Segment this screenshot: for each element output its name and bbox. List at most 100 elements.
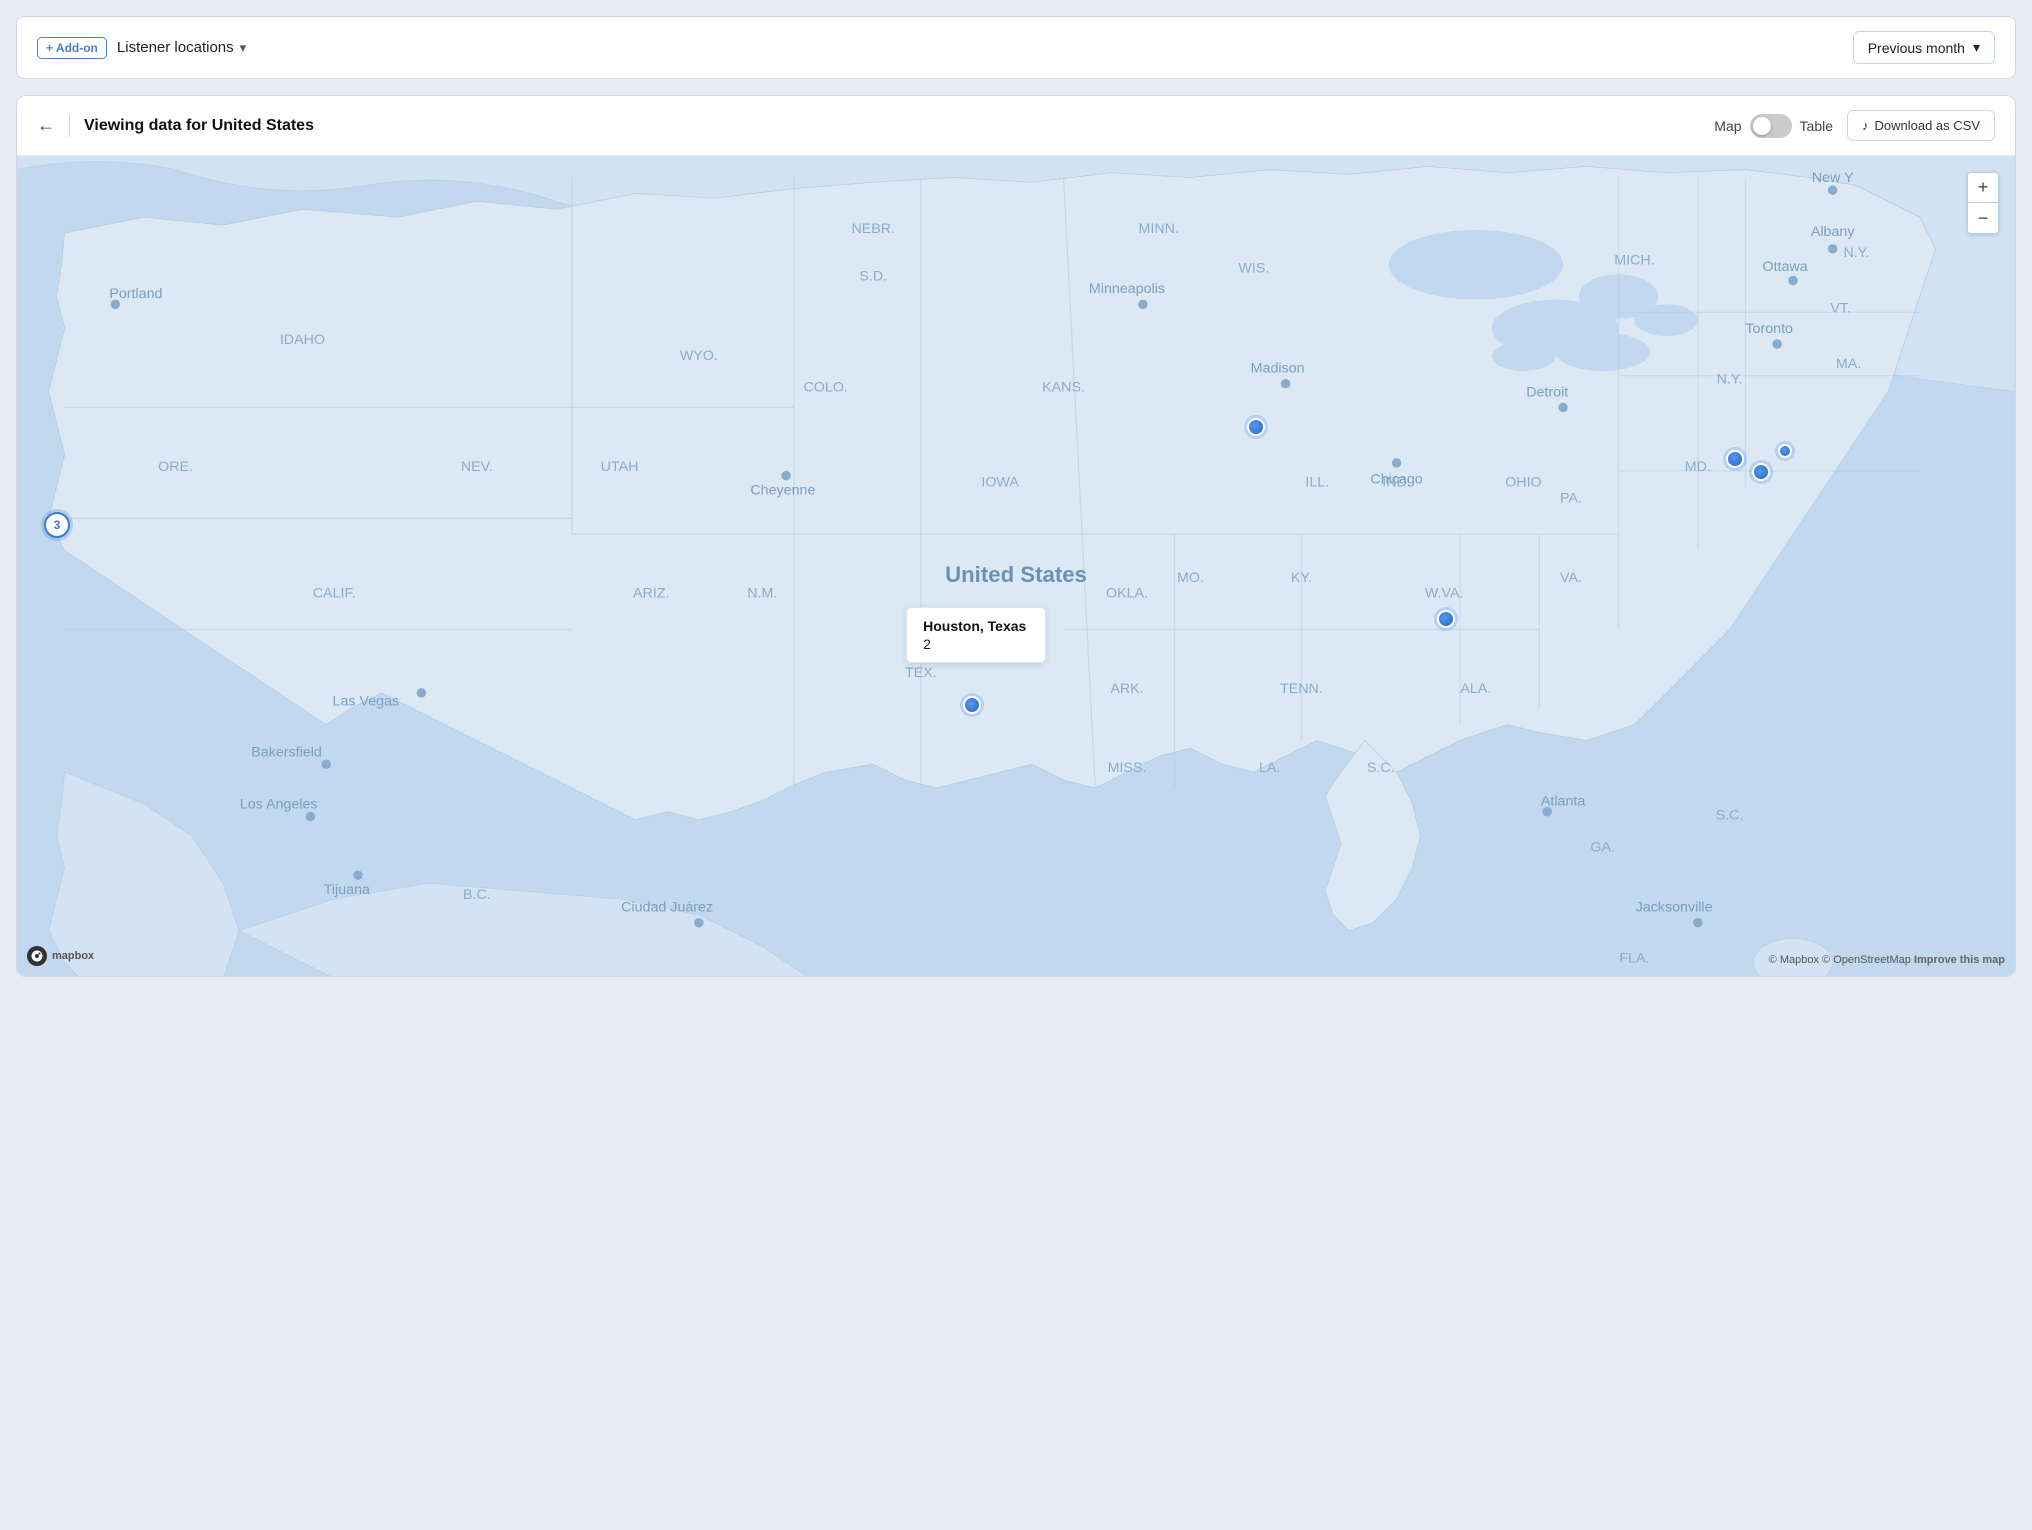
newyork-pin-2[interactable] [1752, 463, 1770, 481]
svg-text:LA.: LA. [1259, 760, 1280, 776]
svg-text:Chicago: Chicago [1370, 472, 1422, 488]
svg-text:Bakersfield: Bakersfield [251, 744, 322, 760]
svg-text:United States: United States [945, 562, 1087, 587]
table-label: Table [1800, 118, 1833, 134]
top-left-controls: + Add-on Listener locations ▾ [37, 37, 246, 59]
card-header: ← Viewing data for United States Map Tab… [17, 96, 2015, 156]
map-container[interactable]: IDAHO ORE. NEV. UTAH WYO. COLO. KANS. CA… [17, 156, 2015, 976]
svg-text:ALA.: ALA. [1460, 681, 1491, 697]
mapbox-label: mapbox [52, 950, 94, 962]
zoom-out-button[interactable]: − [1968, 203, 1998, 233]
svg-text:New Y: New Y [1812, 170, 1854, 186]
download-csv-button[interactable]: ♪ Download as CSV [1847, 110, 1995, 141]
svg-text:Ottawa: Ottawa [1762, 259, 1807, 275]
top-bar: + Add-on Listener locations ▾ Previous m… [16, 16, 2016, 79]
svg-text:W.VA.: W.VA. [1425, 586, 1464, 602]
svg-text:MA.: MA. [1836, 356, 1861, 372]
sf-cluster-pin[interactable]: 3 [44, 512, 70, 538]
svg-text:N.M.: N.M. [747, 586, 777, 602]
vertical-divider [69, 115, 70, 137]
location-dot [1726, 450, 1744, 468]
svg-text:S.C.: S.C. [1367, 760, 1395, 776]
svg-text:Ciudad Juárez: Ciudad Juárez [621, 900, 713, 916]
map-attribution: © Mapbox © OpenStreetMap Improve this ma… [1769, 954, 2005, 966]
newyork-pin-3[interactable] [1778, 444, 1792, 458]
svg-text:Minneapolis: Minneapolis [1089, 281, 1165, 297]
listener-locations-button[interactable]: Listener locations ▾ [117, 39, 246, 56]
svg-text:NEV.: NEV. [461, 459, 493, 475]
svg-text:Las Vegas: Las Vegas [333, 694, 400, 710]
svg-text:Houston: Houston [1056, 974, 1109, 976]
svg-text:ARK.: ARK. [1110, 681, 1143, 697]
newyork-pin-1[interactable] [1726, 450, 1744, 468]
svg-text:B.C.: B.C. [463, 887, 491, 903]
svg-text:OKLA.: OKLA. [1106, 586, 1148, 602]
svg-text:TEX.: TEX. [905, 665, 937, 681]
svg-text:N.Y.: N.Y. [1843, 245, 1869, 261]
svg-text:KANS.: KANS. [1042, 380, 1085, 396]
back-arrow-icon: ← [37, 115, 55, 136]
svg-text:Albany: Albany [1811, 224, 1855, 240]
location-dot [1437, 610, 1455, 628]
chicago-pin[interactable] [1247, 418, 1265, 436]
osm-attribution: © OpenStreetMap [1822, 954, 1911, 966]
svg-text:COLO.: COLO. [804, 380, 848, 396]
location-dot [1778, 444, 1792, 458]
svg-text:MD.: MD. [1685, 459, 1711, 475]
zoom-in-button[interactable]: + [1968, 173, 1998, 203]
svg-text:Atlanta: Atlanta [1541, 793, 1585, 809]
svg-text:WIS.: WIS. [1238, 261, 1269, 277]
zoom-controls: + − [1967, 172, 1999, 234]
svg-text:NEBR.: NEBR. [851, 221, 895, 237]
svg-text:ILL.: ILL. [1305, 475, 1329, 491]
svg-text:MO.: MO. [1177, 570, 1204, 586]
svg-text:Portland: Portland [109, 286, 162, 302]
header-left: ← Viewing data for United States [37, 115, 314, 137]
houston-pin[interactable] [963, 696, 981, 714]
cluster-badge: 3 [44, 512, 70, 538]
svg-text:Bahamas: Bahamas [1744, 974, 1843, 976]
svg-text:GA.: GA. [1590, 839, 1615, 855]
mapbox-logo: mapbox [27, 946, 94, 966]
mapbox-logo-icon [27, 946, 47, 966]
svg-text:Los Angeles: Los Angeles [240, 797, 318, 813]
viewing-label: Viewing data for United States [84, 117, 314, 135]
improve-map-link[interactable]: Improve this map [1914, 954, 2005, 966]
svg-text:Jacksonville: Jacksonville [1636, 900, 1713, 916]
back-button[interactable]: ← [37, 115, 55, 136]
svg-text:UTAH: UTAH [601, 459, 639, 475]
svg-text:ARIZ.: ARIZ. [633, 586, 669, 602]
chevron-down-icon: ▾ [240, 40, 247, 56]
map-label: Map [1714, 118, 1741, 134]
svg-text:ORE.: ORE. [158, 459, 193, 475]
svg-text:OHIO: OHIO [1505, 475, 1541, 491]
svg-text:S.D.: S.D. [859, 269, 887, 285]
period-chevron-icon: ▾ [1973, 39, 1980, 56]
svg-text:Madison: Madison [1251, 361, 1305, 377]
main-card: ← Viewing data for United States Map Tab… [16, 95, 2016, 977]
download-icon: ♪ [1862, 118, 1869, 133]
svg-text:N.Y.: N.Y. [1717, 372, 1743, 388]
svg-text:FLA.: FLA. [1619, 950, 1649, 966]
period-selector[interactable]: Previous month ▾ [1853, 31, 1995, 64]
svg-text:S.C.: S.C. [1716, 808, 1744, 824]
location-dot [963, 696, 981, 714]
svg-text:MISS.: MISS. [1108, 760, 1147, 776]
atlanta-pin[interactable] [1437, 610, 1455, 628]
svg-text:KY.: KY. [1291, 570, 1312, 586]
map-table-toggle-switch[interactable] [1750, 114, 1792, 138]
svg-text:IDAHO: IDAHO [280, 332, 325, 348]
svg-text:VA.: VA. [1560, 570, 1582, 586]
svg-text:VT.: VT. [1830, 300, 1851, 316]
listener-locations-label: Listener locations [117, 39, 234, 56]
svg-text:Toronto: Toronto [1745, 321, 1793, 337]
period-label: Previous month [1868, 40, 1965, 56]
svg-text:MINN.: MINN. [1139, 221, 1179, 237]
map-table-toggle: Map Table [1714, 114, 1833, 138]
svg-text:TENN.: TENN. [1280, 681, 1323, 697]
svg-text:MICH.: MICH. [1614, 253, 1654, 269]
svg-text:Detroit: Detroit [1526, 384, 1568, 400]
svg-text:WYO.: WYO. [680, 348, 718, 364]
addon-badge: + Add-on [37, 37, 107, 59]
header-right: Map Table ♪ Download as CSV [1714, 110, 1995, 141]
